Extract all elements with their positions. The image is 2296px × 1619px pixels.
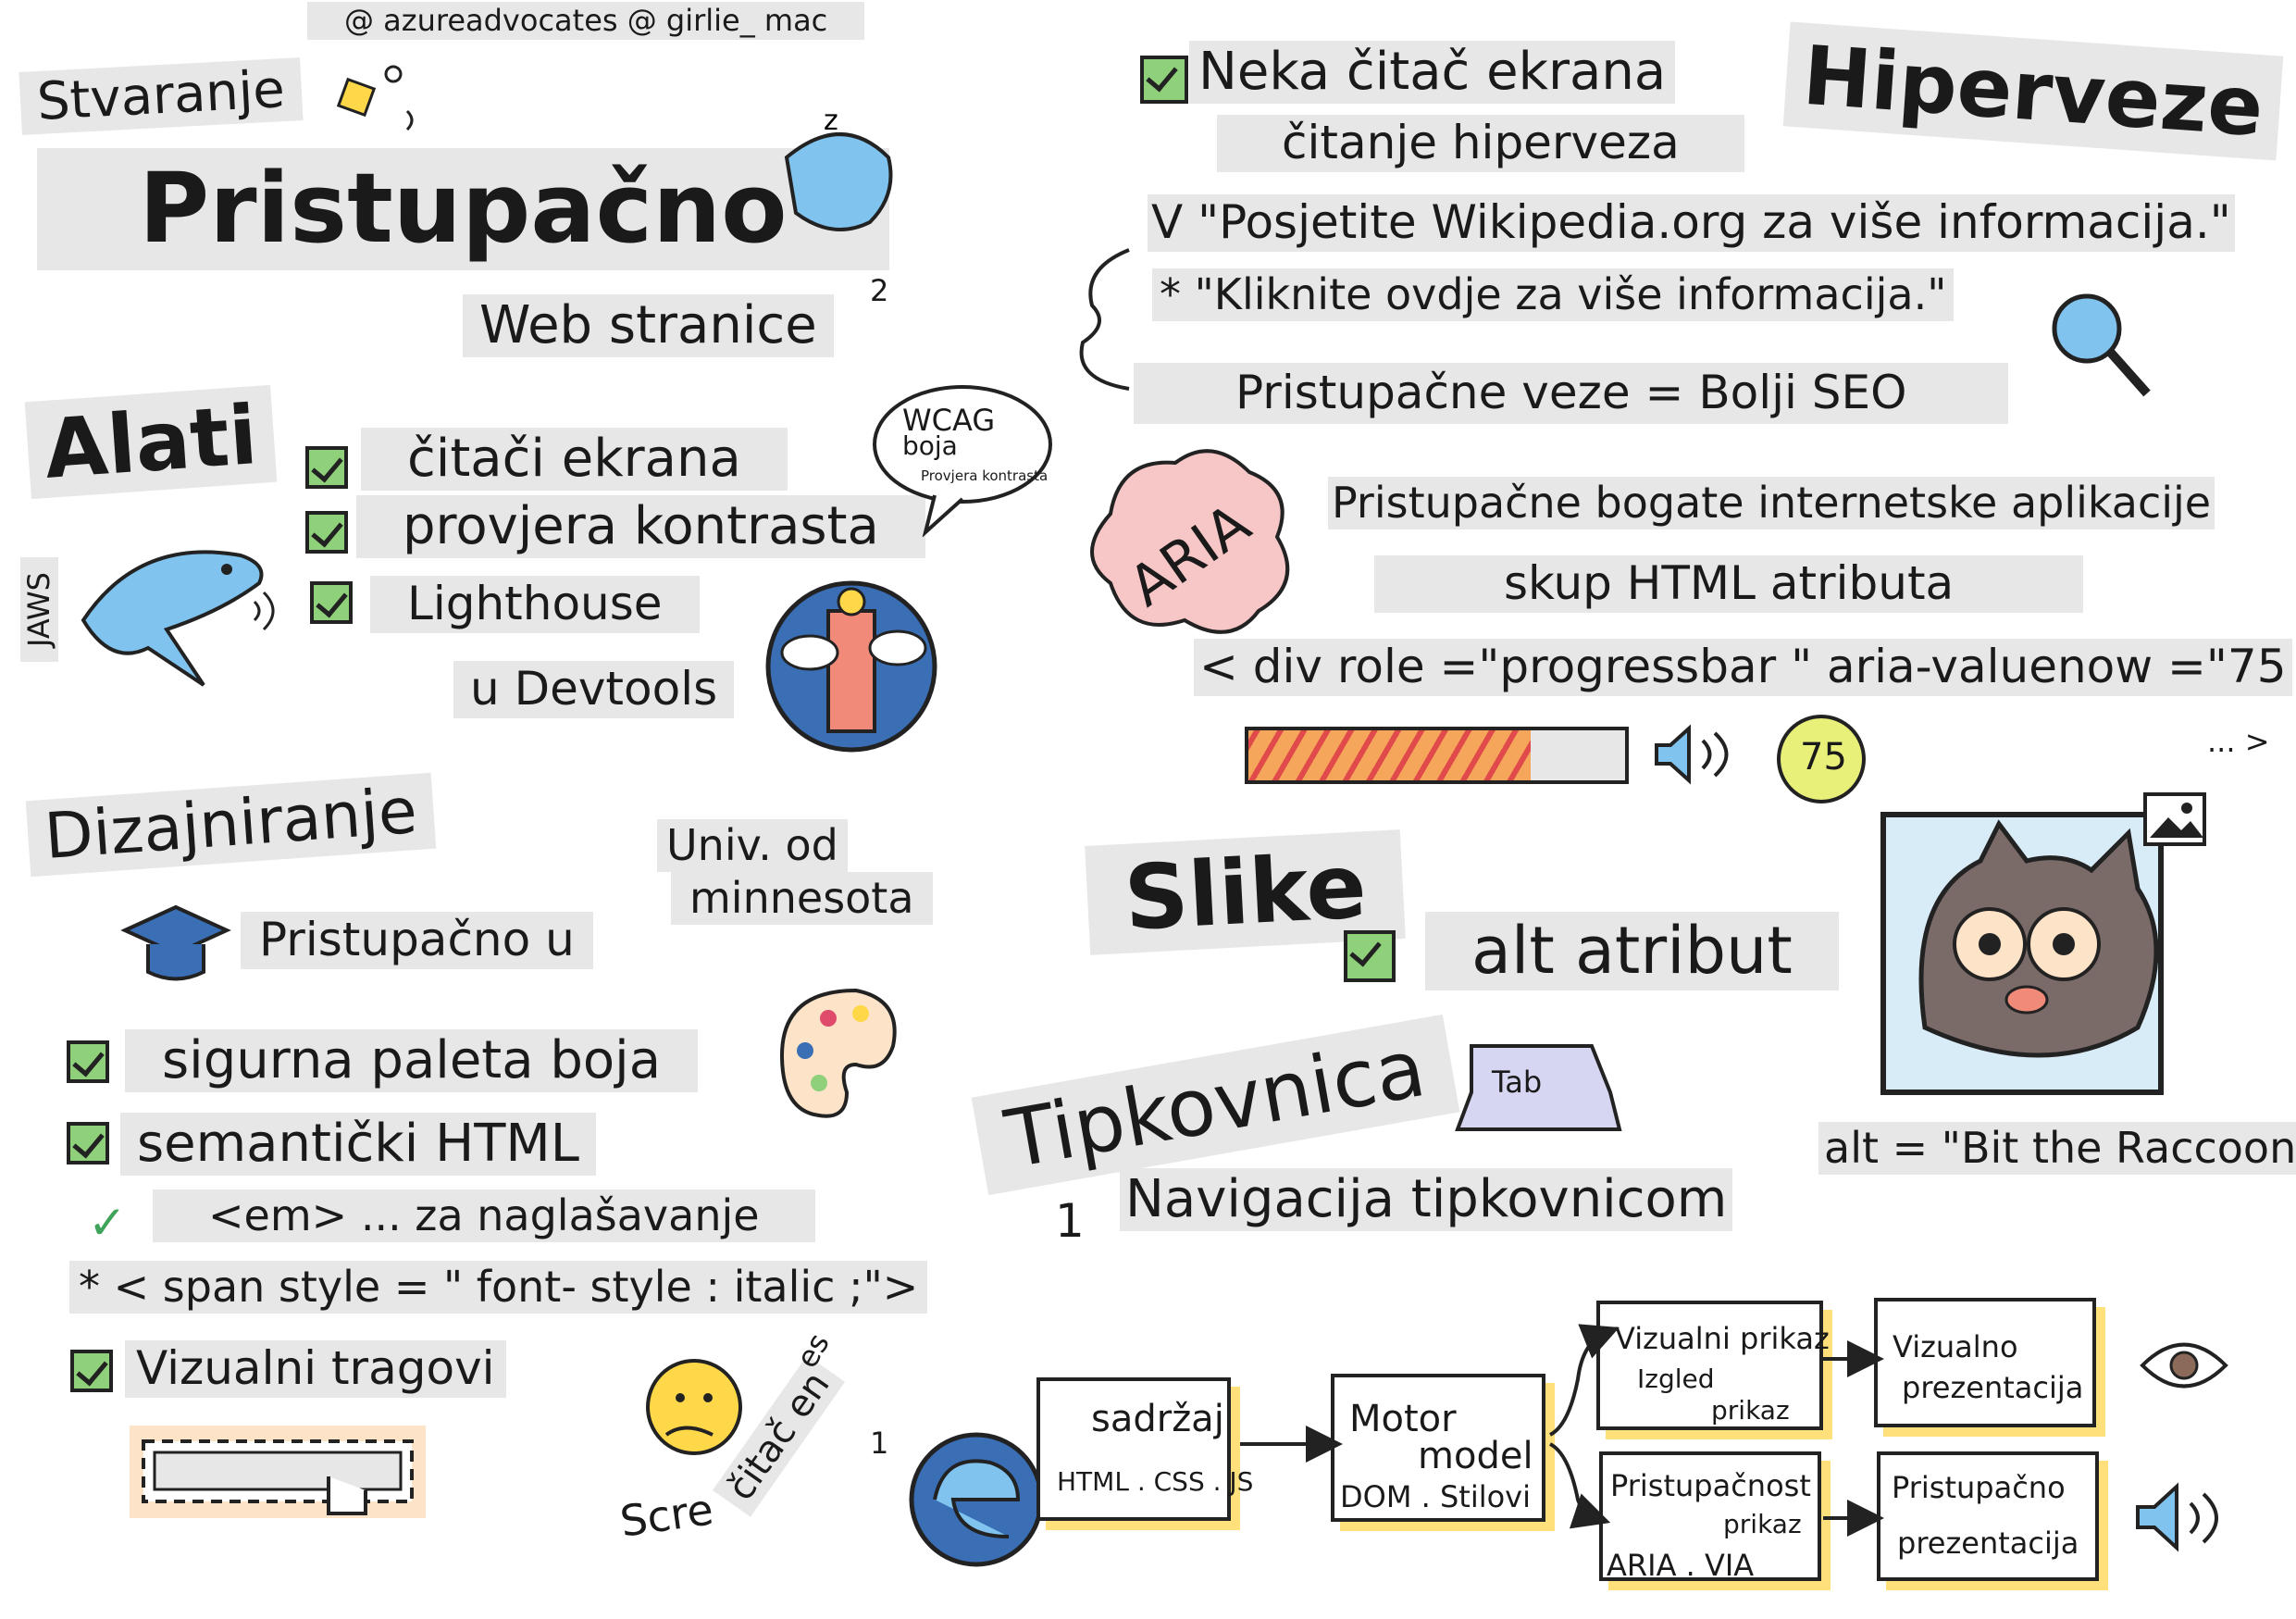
pipeline-visual-pres-box: Vizualno prezentacija: [1874, 1298, 2096, 1427]
pipeline-visual-pres-l1: Vizualno: [1893, 1329, 2018, 1364]
keyboard-navigation: Navigacija tipkovnicom: [1120, 1168, 1733, 1232]
check-icon: [305, 446, 348, 489]
screen-reader-label: Scre: [616, 1484, 716, 1547]
check-icon: [67, 1122, 109, 1164]
check-icon: [305, 511, 348, 554]
palette-icon: [779, 988, 897, 1118]
design-span-style: * < span style = " font- style : italic …: [69, 1261, 928, 1314]
progress-fill: [1248, 730, 1532, 780]
tab-key-label: Tab: [1492, 1065, 1543, 1100]
pipeline-a11y-view-l3: ARIA . VIA: [1607, 1548, 1755, 1583]
wcag-contrast: Provjera kontrasta: [921, 467, 1049, 484]
design-heading: Dizajniranje: [25, 772, 437, 878]
pipeline-number: 1: [870, 1426, 889, 1461]
pipeline-content-box: sadržaj HTML . CSS . JS: [1036, 1377, 1253, 1521]
shark-icon: [81, 550, 275, 687]
pipeline-a11y-pres-l1: Pristupačno: [1892, 1470, 2066, 1505]
pipeline-content-title: sadržaj: [1091, 1398, 1224, 1440]
speaker-icon: [2136, 1482, 2218, 1552]
svg-text:z: z: [824, 105, 838, 137]
design-safe-palette: sigurna paleta boja: [125, 1029, 699, 1093]
lighthouse-icon: [765, 580, 937, 753]
page-title: Pristupačno: [37, 148, 889, 270]
magnifier-icon: [2052, 293, 2151, 397]
sleeping-shark-icon: z: [784, 105, 893, 231]
pipeline-visual-pres-l2: prezentacija: [1902, 1370, 2084, 1405]
univ-line2: minnesota: [671, 872, 933, 925]
pipeline-arrows: [1240, 1324, 1884, 1537]
tool-lighthouse: Lighthouse: [370, 576, 700, 633]
graduation-cap-icon: [120, 904, 231, 981]
edge-logo-icon: [909, 1432, 1044, 1567]
title-line1: Stvaranje: [19, 57, 304, 136]
wcag-color: boja: [902, 430, 958, 461]
es-label: es: [788, 1326, 837, 1375]
footnote-number: 2: [870, 273, 889, 308]
check-icon: [310, 581, 353, 624]
design-semantic-html: semantički HTML: [120, 1113, 596, 1177]
check-icon: [70, 1350, 113, 1392]
speaker-icon: [1655, 724, 1729, 785]
text-input-icon: [130, 1426, 426, 1518]
hyperlinks-note-line1: Neka čitač ekrana: [1189, 41, 1676, 105]
hyperlinks-note-line2: čitanje hiperveza: [1217, 115, 1744, 172]
design-em: <em> ... za naglašavanje: [153, 1189, 815, 1242]
credits: @ azureadvocates @ girlie_ mac: [307, 2, 865, 40]
aria-code-end: ... >: [2207, 724, 2270, 759]
univ-line1: Univ. od: [657, 819, 848, 872]
sparkle-icon: [336, 65, 414, 131]
tool-devtools: u Devtools: [453, 661, 735, 718]
pipeline-a11y-pres-box: Pristupačno prezentacija: [1877, 1451, 2099, 1581]
eye-icon: [2140, 1342, 2228, 1389]
tools-heading: Alati: [24, 384, 278, 500]
keyboard-nav-number: 1: [1055, 1194, 1085, 1248]
thinking-face-icon: [646, 1359, 742, 1455]
check-icon: [1140, 56, 1188, 104]
title-line3: Web stranice: [463, 294, 834, 358]
accessible-in: Pristupačno u: [241, 912, 593, 969]
design-visual-cues: Vizualni tragovi: [125, 1340, 506, 1398]
jaws-label: JAWS: [20, 557, 58, 662]
alt-example: alt = "Bit the Raccoon": [1818, 1122, 2296, 1175]
check-icon: [1344, 930, 1396, 982]
accessible-links-seo: Pristupačne veze = Bolji SEO: [1134, 363, 2009, 424]
aria-html-attributes: skup HTML atributa: [1374, 555, 2084, 613]
hyperlinks-heading: Hiperveze: [1782, 21, 2284, 161]
check-icon: [67, 1040, 109, 1083]
hyperlink-bad-example: * "Kliknite ovdje za više informacija.": [1152, 268, 1955, 321]
alt-attribute: alt atribut: [1425, 912, 1839, 990]
aria-definition: Pristupačne bogate internetske aplikacij…: [1328, 477, 2215, 529]
image-icon: [2143, 792, 2206, 846]
pipeline-a11y-pres-l2: prezentacija: [1897, 1526, 2079, 1561]
progress-value-label: 75: [1800, 736, 1847, 778]
hyperlink-good-example: V "Posjetite Wikipedia.org za više infor…: [1148, 194, 2235, 252]
pipeline-content-sub: HTML . CSS . JS: [1057, 1466, 1254, 1497]
tick-icon: ✓: [88, 1196, 127, 1250]
aria-code: < div role ="progressbar " aria-valuenow…: [1194, 639, 2292, 696]
progress-bar: [1245, 727, 1629, 784]
tool-contrast-checker: provjera kontrasta: [356, 495, 925, 559]
tool-screen-readers: čitači ekrana: [361, 428, 788, 492]
